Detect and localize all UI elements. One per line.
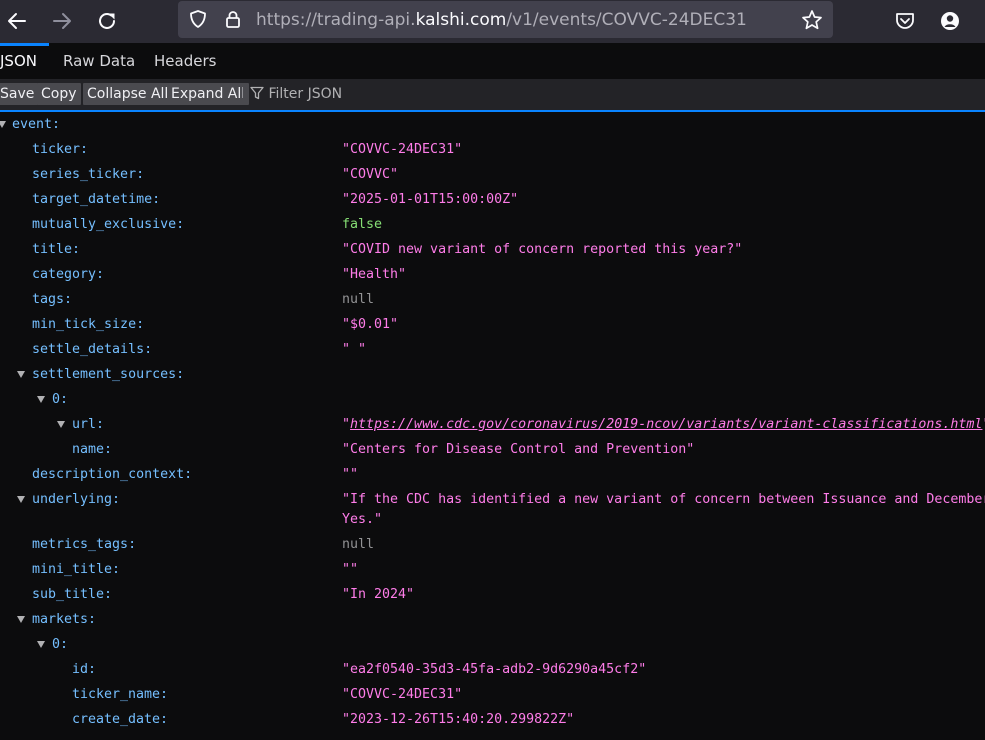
json-key: tags: bbox=[32, 292, 73, 307]
json-key: event: bbox=[12, 117, 61, 132]
address-bar[interactable]: https://trading-api.kalshi.com/v1/events… bbox=[178, 1, 833, 38]
expand-toggle-icon[interactable] bbox=[17, 496, 25, 503]
json-key: category: bbox=[32, 267, 105, 282]
json-key: settlement_sources: bbox=[32, 367, 185, 382]
json-key: title: bbox=[32, 242, 81, 257]
reload-icon bbox=[99, 12, 115, 29]
json-key: create_date: bbox=[72, 712, 169, 727]
lock-icon[interactable] bbox=[223, 9, 243, 29]
json-value: "Centers for Disease Control and Prevent… bbox=[342, 442, 695, 457]
json-value: "" bbox=[342, 562, 359, 577]
json-viewer-tabs: JSON Raw Data Headers bbox=[0, 43, 985, 79]
url-domain: kalshi.com bbox=[415, 10, 507, 30]
json-value: "COVVC-24DEC31" bbox=[342, 687, 463, 702]
back-arrow-icon bbox=[8, 13, 26, 29]
pocket-button[interactable] bbox=[888, 4, 922, 38]
tab-json[interactable]: JSON bbox=[0, 43, 49, 79]
json-value: null bbox=[342, 537, 375, 552]
expand-toggle-icon[interactable] bbox=[17, 616, 25, 623]
url-text[interactable]: https://trading-api.kalshi.com/v1/events… bbox=[256, 10, 747, 30]
json-value: "COVVC" bbox=[342, 167, 399, 182]
pocket-icon bbox=[896, 13, 914, 29]
json-key: mini_title: bbox=[32, 562, 121, 577]
tab-raw-data[interactable]: Raw Data bbox=[63, 43, 135, 79]
json-value: "" bbox=[342, 467, 359, 482]
json-value: "$0.01" bbox=[342, 317, 399, 332]
json-value: "ea2f0540-35d3-45fa-adb2-9d6290a45cf2" bbox=[342, 662, 647, 677]
json-key: target_datetime: bbox=[32, 192, 161, 207]
forward-arrow-icon bbox=[53, 13, 71, 29]
json-key: underlying: bbox=[32, 492, 121, 507]
expand-all-button[interactable]: Expand All bbox=[167, 83, 250, 105]
save-button[interactable]: Save bbox=[0, 83, 39, 105]
json-value: Yes." bbox=[342, 512, 383, 527]
json-key: sub_title: bbox=[32, 587, 113, 602]
json-key: 0: bbox=[52, 637, 69, 652]
json-key: mutually_exclusive: bbox=[32, 217, 185, 232]
json-value: "COVVC-24DEC31" bbox=[342, 142, 463, 157]
bookmark-star-icon[interactable] bbox=[801, 9, 823, 31]
json-value: "In 2024" bbox=[342, 587, 415, 602]
back-button[interactable] bbox=[0, 4, 34, 38]
forward-button[interactable] bbox=[45, 4, 79, 38]
json-key: markets: bbox=[32, 612, 97, 627]
json-value: "Health" bbox=[342, 267, 407, 282]
json-toolbar: Save Copy Collapse All Expand All Filter… bbox=[0, 79, 985, 112]
expand-toggle-icon[interactable] bbox=[0, 121, 6, 128]
browser-toolbar: https://trading-api.kalshi.com/v1/events… bbox=[0, 0, 985, 43]
json-value: " " bbox=[342, 342, 367, 357]
json-value: null bbox=[342, 292, 375, 307]
json-key: min_tick_size: bbox=[32, 317, 145, 332]
json-key: settle_details: bbox=[32, 342, 153, 357]
collapse-all-button[interactable]: Collapse All bbox=[83, 83, 173, 105]
filter-json-input[interactable]: Filter JSON bbox=[250, 83, 342, 105]
reload-button[interactable] bbox=[90, 4, 124, 38]
json-value: "2023-12-26T15:40:20.299822Z" bbox=[342, 712, 575, 727]
expand-toggle-icon[interactable] bbox=[37, 396, 45, 403]
json-value: "2025-01-01T15:00:00Z" bbox=[342, 192, 519, 207]
json-key: url: bbox=[72, 417, 105, 432]
json-value: false bbox=[342, 217, 383, 232]
tab-headers[interactable]: Headers bbox=[154, 43, 216, 79]
expand-toggle-icon[interactable] bbox=[37, 641, 45, 648]
source-url-link[interactable]: https://www.cdc.gov/coronavirus/2019-nco… bbox=[350, 417, 982, 432]
filter-icon bbox=[250, 86, 264, 100]
json-key: series_ticker: bbox=[32, 167, 145, 182]
json-value: "https://www.cdc.gov/coronavirus/2019-nc… bbox=[342, 417, 985, 432]
json-tree: event: ticker: "COVVC-24DEC31" series_ti… bbox=[0, 112, 985, 740]
json-key: metrics_tags: bbox=[32, 537, 137, 552]
json-value: "COVID new variant of concern reported t… bbox=[342, 242, 743, 257]
toolbar-divider bbox=[243, 85, 244, 105]
json-key: id: bbox=[72, 662, 97, 677]
json-key: name: bbox=[72, 442, 113, 457]
tracking-protection-icon[interactable] bbox=[188, 9, 208, 29]
json-value: "If the CDC has identified a new variant… bbox=[342, 492, 985, 507]
account-icon bbox=[941, 12, 959, 30]
copy-button[interactable]: Copy bbox=[37, 83, 81, 105]
expand-toggle-icon[interactable] bbox=[17, 371, 25, 378]
expand-toggle-icon[interactable] bbox=[57, 421, 65, 428]
json-key: 0: bbox=[52, 392, 69, 407]
json-key: ticker: bbox=[32, 142, 89, 157]
json-key: description_context: bbox=[32, 467, 193, 482]
account-button[interactable] bbox=[933, 4, 967, 38]
json-key: ticker_name: bbox=[72, 687, 169, 702]
filter-placeholder: Filter JSON bbox=[268, 86, 343, 102]
